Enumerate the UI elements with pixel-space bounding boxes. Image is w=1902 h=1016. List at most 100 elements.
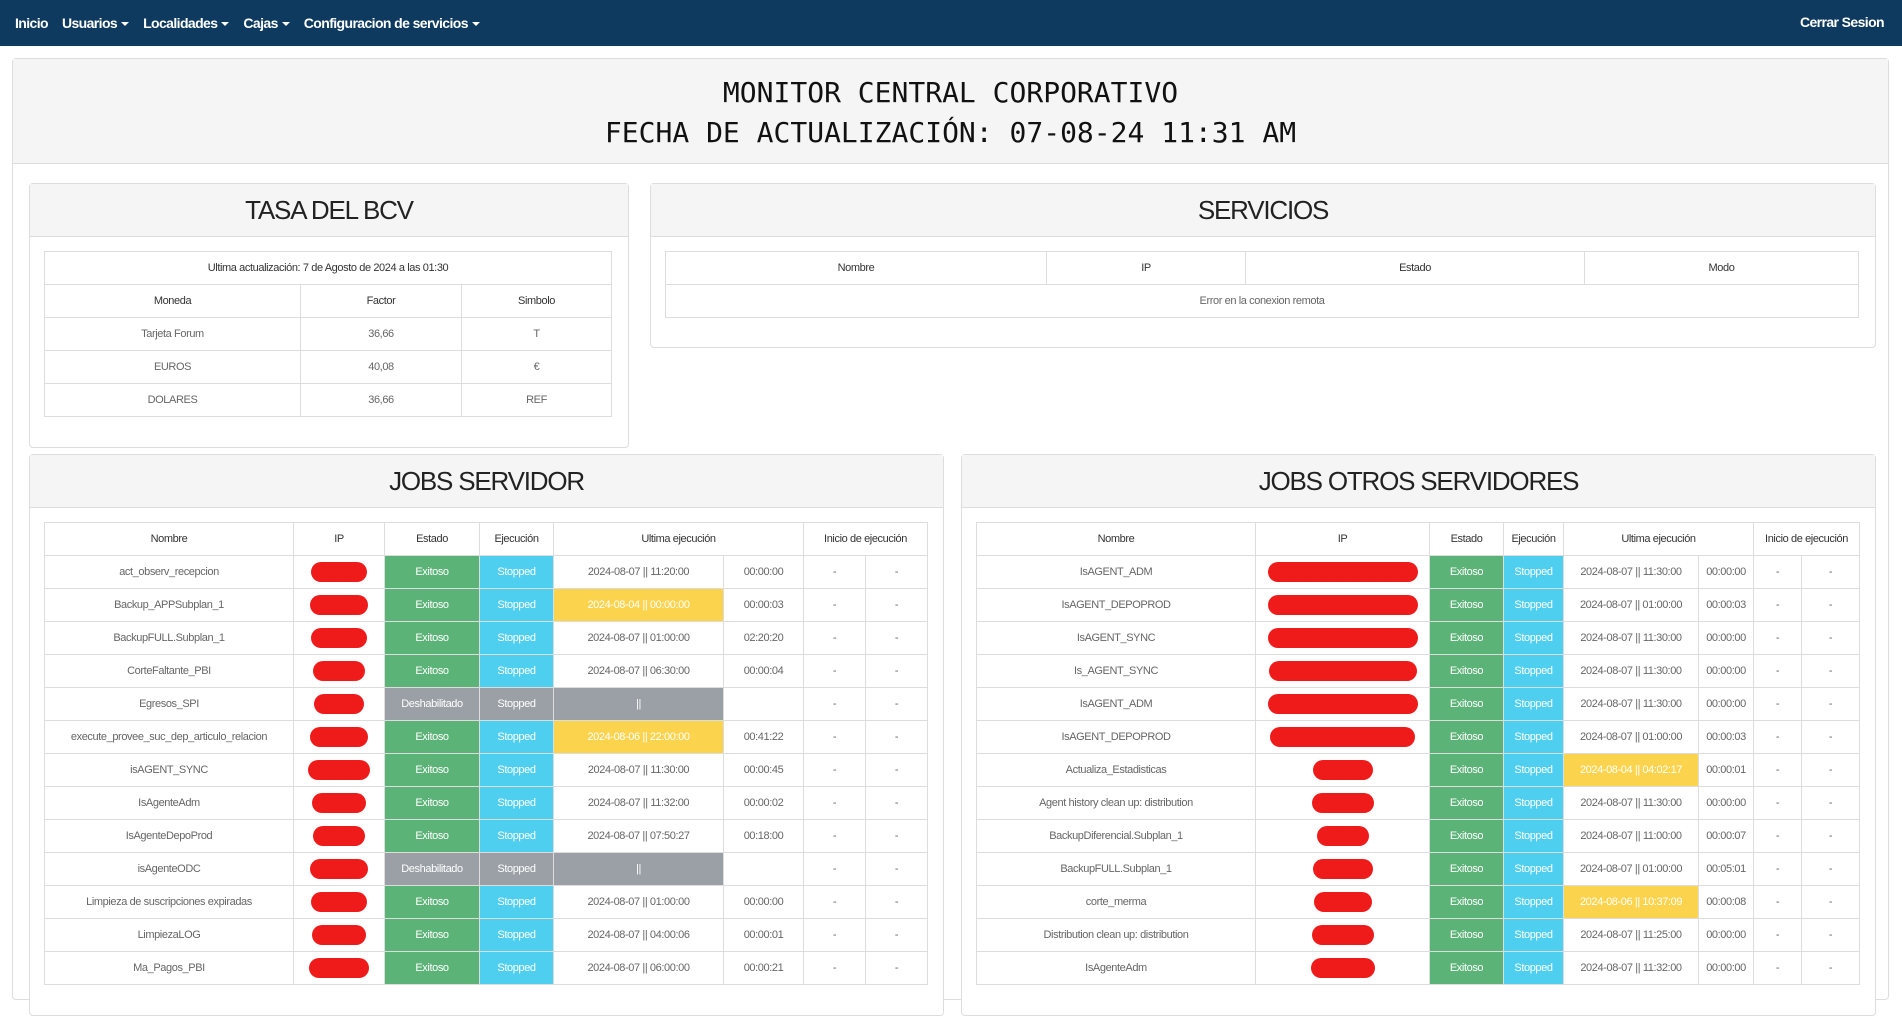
redacted-mark	[310, 595, 368, 615]
job-duration: 00:00:08	[1698, 885, 1754, 919]
job-ip	[1255, 951, 1430, 985]
nav-localidades[interactable]: Localidades	[143, 15, 230, 31]
job-ip	[1255, 555, 1430, 589]
job-duration: 00:05:01	[1698, 852, 1754, 886]
job-duration: 00:18:00	[723, 819, 804, 853]
job-duration: 00:00:00	[1698, 621, 1754, 655]
job-row: execute_provee_suc_dep_articulo_relacion…	[44, 720, 928, 754]
servicios-title: SERVICIOS	[651, 184, 1875, 237]
job-last-run: 2024-08-04 || 00:00:00	[553, 588, 724, 622]
job-row: corte_merma Exitoso Stopped 2024-08-06 || 1…	[976, 885, 1860, 919]
job-row: isAGENT_SYNC Exitoso Stopped 2024-08-07 || …	[44, 753, 928, 787]
job-duration: 00:00:00	[1698, 687, 1754, 721]
job-last-run: 2024-08-07 || 11:25:00	[1563, 918, 1699, 952]
bcv-moneda-cell: Tarjeta Forum	[44, 317, 301, 351]
job-name: corte_merma	[976, 885, 1256, 919]
job-status-badge: Deshabilitado	[384, 687, 480, 721]
job-duration: 00:00:00	[1698, 951, 1754, 985]
update-timestamp: FECHA DE ACTUALIZACIÓN: 07-08-24 11:31 A…	[604, 116, 1297, 149]
redacted-mark	[1267, 694, 1418, 714]
bcv-factor-cell: 36,66	[300, 383, 462, 417]
job-duration: 00:00:04	[723, 654, 804, 688]
job-name: Distribution clean up: distribution	[976, 918, 1256, 952]
job-ip	[293, 951, 385, 985]
caret-down-icon	[281, 22, 290, 27]
nav-cajas[interactable]: Cajas	[243, 15, 290, 31]
job-duration: 00:00:03	[1698, 720, 1754, 754]
job-start-a: -	[803, 687, 866, 721]
redacted-mark	[310, 727, 368, 747]
nav-usuarios[interactable]: Usuarios	[62, 15, 130, 31]
redacted-mark	[312, 925, 366, 945]
job-execution-badge: Stopped	[1503, 621, 1564, 655]
job-row: LimpiezaLOG Exitoso Stopped 2024-08-07 || 0…	[44, 918, 928, 952]
job-name: IsAGENT_ADM	[976, 687, 1256, 721]
job-row: Distribution clean up: distribution Exito…	[976, 918, 1860, 952]
nav-inicio[interactable]: Inicio	[15, 15, 49, 31]
job-ip	[293, 720, 385, 754]
job-row: Backup_APPSubplan_1 Exitoso Stopped 2024-08…	[44, 588, 928, 622]
caret-down-icon	[121, 22, 130, 27]
job-name: execute_provee_suc_dep_articulo_relacion	[44, 720, 294, 754]
job-ip	[293, 555, 385, 589]
redacted-mark	[1311, 793, 1374, 813]
job-start-b: -	[865, 753, 928, 787]
jobs-col-ultima: Ultima ejecución	[553, 522, 804, 556]
job-row: BackupDiferencial.Subplan_1 Exitoso Stoppe…	[976, 819, 1860, 853]
job-ip	[1255, 687, 1430, 721]
job-start-a: -	[1753, 852, 1802, 886]
job-start-b: -	[865, 588, 928, 622]
caret-down-icon	[221, 22, 230, 27]
bcv-table: Ultima actualización: 7 de Agosto de 202…	[44, 251, 612, 417]
job-start-b: -	[1801, 819, 1860, 853]
job-start-a: -	[803, 588, 866, 622]
job-start-a: -	[803, 555, 866, 589]
redacted-mark	[311, 628, 367, 648]
job-duration	[723, 852, 804, 886]
jobs-otros-table: Nombre IP Estado Ejecución Ultima ejecuc…	[976, 522, 1860, 985]
job-start-a: -	[803, 885, 866, 919]
job-status-badge: Exitoso	[384, 819, 480, 853]
job-status-badge: Exitoso	[384, 951, 480, 985]
job-start-a: -	[803, 720, 866, 754]
job-status-badge: Exitoso	[1429, 654, 1504, 688]
job-ip	[293, 687, 385, 721]
servicios-error-message: Error en la conexion remota	[665, 284, 1859, 318]
redacted-mark	[312, 793, 366, 813]
job-duration: 00:00:00	[1698, 555, 1754, 589]
job-row: IsAgenteAdm Exitoso Stopped 2024-08-07 || 1…	[976, 951, 1860, 985]
bcv-last-update: Ultima actualización: 7 de Agosto de 202…	[44, 251, 612, 285]
bcv-panel: TASA DEL BCV Ultima actualización: 7 de …	[29, 183, 629, 448]
job-execution-badge: Stopped	[479, 654, 554, 688]
job-ip	[1255, 753, 1430, 787]
job-name: IsAGENT_ADM	[976, 555, 1256, 589]
job-ip	[1255, 918, 1430, 952]
redacted-mark	[1312, 859, 1373, 879]
job-name: Actualiza_Estadisticas	[976, 753, 1256, 787]
job-name: IsAgenteDepoProd	[44, 819, 294, 853]
bcv-simbolo-cell: REF	[461, 383, 612, 417]
job-execution-badge: Stopped	[1503, 654, 1564, 688]
jobs-col-ip: IP	[293, 522, 385, 556]
job-status-badge: Exitoso	[384, 555, 480, 589]
job-duration: 00:00:00	[723, 885, 804, 919]
job-row: Is_AGENT_SYNC Exitoso Stopped 2024-08-07 ||…	[976, 654, 1860, 688]
job-last-run: 2024-08-07 || 11:30:00	[1563, 654, 1699, 688]
job-start-b: -	[1801, 852, 1860, 886]
redacted-mark	[1267, 562, 1418, 582]
main-heading: MONITOR CENTRAL CORPORATIVO FECHA DE ACT…	[13, 59, 1888, 164]
logout-link[interactable]: Cerrar Sesion	[1800, 14, 1885, 30]
job-status-badge: Exitoso	[1429, 555, 1504, 589]
nav-cajas-label: Cajas	[243, 15, 278, 31]
job-duration: 02:20:20	[723, 621, 804, 655]
job-execution-badge: Stopped	[1503, 720, 1564, 754]
job-name: LimpiezaLOG	[44, 918, 294, 952]
job-start-a: -	[803, 819, 866, 853]
job-execution-badge: Stopped	[479, 852, 554, 886]
nav-configuracion[interactable]: Configuracion de servicios	[304, 15, 480, 31]
job-start-a: -	[803, 918, 866, 952]
bcv-title: TASA DEL BCV	[30, 184, 628, 237]
job-ip	[1255, 588, 1430, 622]
job-row: Actualiza_Estadisticas Exitoso Stopped 2024…	[976, 753, 1860, 787]
job-name: Backup_APPSubplan_1	[44, 588, 294, 622]
